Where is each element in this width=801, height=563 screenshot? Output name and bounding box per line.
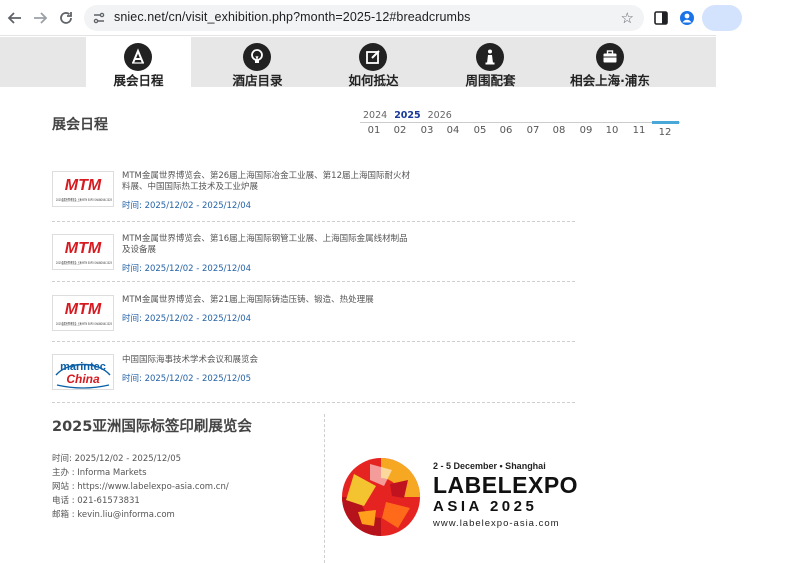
tab-label: 酒店目录: [232, 73, 283, 88]
tab-label: 相会上海·浦东: [570, 73, 650, 88]
featured-organizer: 主办 : Informa Markets: [52, 468, 147, 478]
briefcase-icon: [596, 43, 624, 71]
reload-icon[interactable]: [57, 9, 75, 27]
mtm-logo-subtext: 2025金属世界博览会 上海 MTM EXPO SHANGHAI 2025: [56, 260, 112, 265]
month-link[interactable]: 02: [387, 125, 413, 136]
mtm-logo[interactable]: MTM 2025金属世界博览会 上海 MTM EXPO SHANGHAI 202…: [52, 234, 114, 270]
svg-text:China: China: [66, 372, 100, 386]
tab-surroundings[interactable]: 周围配套: [438, 37, 543, 88]
tab-hotels[interactable]: 酒店目录: [205, 37, 310, 88]
event-time: 时间: 2025/12/02 - 2025/12/04: [122, 201, 252, 211]
page-title: 展会日程: [52, 117, 108, 133]
month-link[interactable]: 01: [361, 125, 387, 136]
event-time: 时间: 2025/12/02 - 2025/12/04: [122, 314, 252, 324]
month-divider: [360, 122, 680, 123]
labelexpo-banner[interactable]: 2 - 5 December • Shanghai LABELEXPO ASIA…: [338, 452, 578, 540]
month-link-active[interactable]: 12: [652, 127, 678, 138]
marintec-china-logo[interactable]: marintec China: [52, 354, 114, 390]
banner-url: www.labelexpo-asia.com: [433, 518, 560, 529]
back-arrow-icon[interactable]: [6, 9, 24, 27]
event-row: MTM 2025金属世界博览会 上海 MTM EXPO SHANGHAI 202…: [52, 222, 575, 282]
event-title[interactable]: 中国国际海事技术学术会议和展览会: [122, 355, 412, 366]
event-title[interactable]: MTM金属世界博览会、第16届上海国际钢管工业展、上海国际金属线材制品及设备展: [122, 234, 412, 256]
tab-schedule[interactable]: 展会日程: [86, 37, 191, 88]
mtm-logo-text: MTM: [65, 177, 102, 192]
month-link[interactable]: 03: [414, 125, 440, 136]
month-link[interactable]: 05: [467, 125, 493, 136]
banner-date: 2 - 5 December • Shanghai: [433, 461, 546, 471]
month-link[interactable]: 04: [440, 125, 466, 136]
labelexpo-globe-icon: [342, 458, 420, 536]
month-link[interactable]: 06: [493, 125, 519, 136]
banner-name: LABELEXPO: [433, 472, 579, 498]
profile-chip[interactable]: [702, 5, 742, 31]
month-link[interactable]: 10: [599, 125, 625, 136]
browser-toolbar: sniec.net/cn/visit_exhibition.php?month=…: [0, 0, 716, 36]
mtm-logo-subtext: 2025金属世界博览会 上海 MTM EXPO SHANGHAI 2025: [56, 197, 112, 202]
site-nav: 展会日程 酒店目录 如何抵达 周围配套 相会上海·浦东: [0, 37, 716, 88]
banner-year: ASIA 2025: [433, 498, 538, 515]
event-time: 时间: 2025/12/02 - 2025/12/05: [122, 374, 252, 384]
mtm-logo-text: MTM: [65, 240, 102, 255]
active-month-indicator: [652, 121, 679, 124]
year-link-active[interactable]: 2025: [394, 110, 420, 121]
year-link[interactable]: 2024: [363, 110, 387, 121]
mtm-logo-subtext: 2025金属世界博览会 上海 MTM EXPO SHANGHAI 2025: [56, 321, 112, 326]
lightbulb-icon: [243, 43, 271, 71]
info-chess-icon: [476, 43, 504, 71]
featured-divider: [324, 414, 325, 563]
month-link[interactable]: 08: [546, 125, 572, 136]
month-link[interactable]: 07: [520, 125, 546, 136]
featured-website[interactable]: 网站 : https://www.labelexpo-asia.com.cn/: [52, 480, 229, 492]
featured-email[interactable]: 邮箱 : kevin.liu@informa.com: [52, 508, 175, 520]
url-text: sniec.net/cn/visit_exhibition.php?month=…: [114, 10, 471, 24]
featured-time: 时间: 2025/12/02 - 2025/12/05: [52, 454, 182, 464]
event-title[interactable]: MTM金属世界博览会、第21届上海国际铸造压铸、锻造、热处理展: [122, 295, 412, 306]
year-selector: 2024 2025 2026: [363, 110, 459, 121]
event-time: 时间: 2025/12/02 - 2025/12/04: [122, 264, 252, 274]
edit-square-icon: [359, 43, 387, 71]
mtm-logo[interactable]: MTM 2025金属世界博览会 上海 MTM EXPO SHANGHAI 202…: [52, 295, 114, 331]
address-bar[interactable]: sniec.net/cn/visit_exhibition.php?month=…: [84, 5, 644, 31]
forward-arrow-icon[interactable]: [31, 9, 49, 27]
event-row: MTM 2025金属世界博览会 上海 MTM EXPO SHANGHAI 202…: [52, 282, 575, 342]
site-settings-icon[interactable]: [92, 11, 106, 25]
event-title[interactable]: MTM金属世界博览会、第26届上海国际冶金工业展、第12届上海国际耐火材料展、中…: [122, 171, 412, 193]
year-link[interactable]: 2026: [428, 110, 452, 121]
tab-meet-shanghai[interactable]: 相会上海·浦东: [555, 37, 665, 88]
bookmark-star-icon[interactable]: ☆: [621, 9, 634, 27]
mtm-logo-text: MTM: [65, 301, 102, 316]
calendar-a-icon: [124, 43, 152, 71]
event-row: marintec China 中国国际海事技术学术会议和展览会 时间: 2025…: [52, 342, 575, 403]
event-row: MTM 2025金属世界博览会 上海 MTM EXPO SHANGHAI 202…: [52, 166, 575, 222]
month-link[interactable]: 09: [573, 125, 599, 136]
side-panel-icon[interactable]: [652, 9, 670, 27]
featured-phone: 电话 : 021-61573831: [52, 496, 140, 506]
featured-title: 2025亚洲国际标签印刷展览会: [52, 419, 252, 435]
tab-label: 如何抵达: [348, 73, 399, 88]
tab-directions[interactable]: 如何抵达: [321, 37, 426, 88]
tab-label: 展会日程: [113, 73, 164, 88]
tab-label: 周围配套: [465, 73, 516, 88]
profile-icon[interactable]: [678, 9, 696, 27]
month-link[interactable]: 11: [626, 125, 652, 136]
mtm-logo[interactable]: MTM 2025金属世界博览会 上海 MTM EXPO SHANGHAI 202…: [52, 171, 114, 207]
